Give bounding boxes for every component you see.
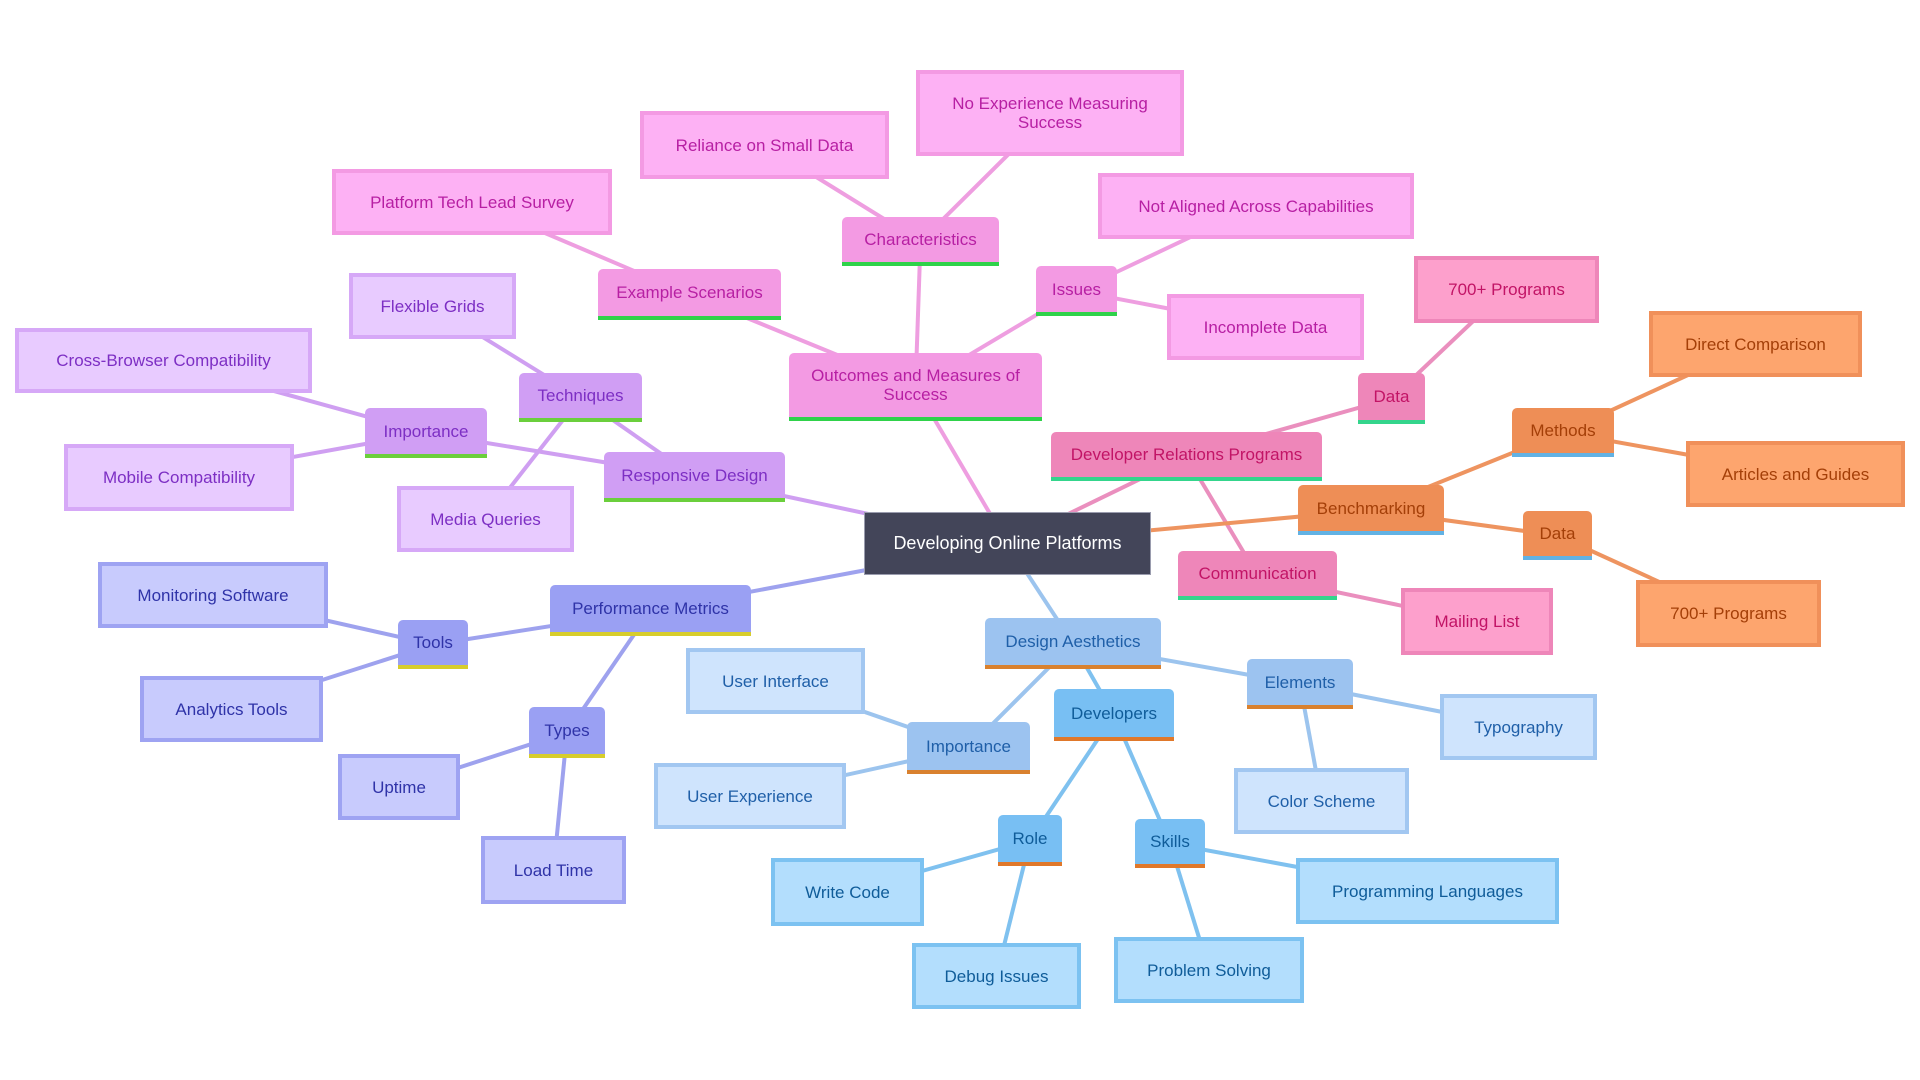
node-label: Monitoring Software	[137, 585, 289, 605]
node-label: Not Aligned Across Capabilities	[1138, 196, 1374, 216]
node-label: Media Queries	[430, 509, 541, 529]
node-label: Programming Languages	[1332, 881, 1523, 901]
node-label: Direct Comparison	[1685, 334, 1826, 354]
node-label: Outcomes and Measures of Success	[811, 366, 1020, 404]
node-label: Debug Issues	[944, 966, 1049, 986]
node-programs-700-devrel[interactable]: 700+ Programs	[1414, 256, 1599, 323]
node-not-aligned[interactable]: Not Aligned Across Capabilities	[1098, 173, 1414, 239]
node-outcomes[interactable]: Outcomes and Measures of Success	[789, 353, 1042, 421]
node-label: User Experience	[687, 786, 813, 806]
node-problem-solving[interactable]: Problem Solving	[1114, 937, 1304, 1003]
node-write-code[interactable]: Write Code	[771, 858, 924, 926]
node-debug-issues[interactable]: Debug Issues	[912, 943, 1081, 1009]
node-label: Importance	[383, 421, 469, 441]
node-user-interface[interactable]: User Interface	[686, 648, 865, 714]
node-characteristics[interactable]: Characteristics	[842, 217, 999, 266]
node-label: Developers	[1071, 703, 1157, 723]
node-importance-da[interactable]: Importance	[907, 722, 1030, 774]
node-example-scenarios[interactable]: Example Scenarios	[598, 269, 781, 320]
node-label: Incomplete Data	[1203, 317, 1328, 337]
node-monitoring-software[interactable]: Monitoring Software	[98, 562, 328, 628]
node-label: 700+ Programs	[1670, 604, 1787, 623]
node-label: Reliance on Small Data	[675, 135, 854, 155]
node-types[interactable]: Types	[529, 707, 605, 758]
node-no-experience[interactable]: No Experience Measuring Success	[916, 70, 1184, 156]
node-analytics-tools[interactable]: Analytics Tools	[140, 676, 323, 742]
node-tools[interactable]: Tools	[398, 620, 468, 669]
node-label: Methods	[1530, 421, 1596, 440]
node-design-aesthetics[interactable]: Design Aesthetics	[985, 618, 1161, 669]
node-color-scheme[interactable]: Color Scheme	[1234, 768, 1409, 834]
node-articles-guides[interactable]: Articles and Guides	[1686, 441, 1905, 507]
node-benchmarking[interactable]: Benchmarking	[1298, 485, 1444, 535]
node-label: Cross-Browser Compatibility	[56, 351, 271, 370]
node-tech-lead-survey[interactable]: Platform Tech Lead Survey	[332, 169, 612, 235]
node-importance-rd[interactable]: Importance	[365, 408, 487, 458]
node-label: Example Scenarios	[616, 283, 763, 302]
node-elements[interactable]: Elements	[1247, 659, 1353, 709]
node-developers[interactable]: Developers	[1054, 689, 1174, 741]
node-devrel-programs[interactable]: Developer Relations Programs	[1051, 432, 1322, 481]
node-data-devrel[interactable]: Data	[1358, 373, 1425, 424]
node-techniques[interactable]: Techniques	[519, 373, 642, 422]
node-incomplete-data[interactable]: Incomplete Data	[1167, 294, 1364, 360]
node-mailing-list[interactable]: Mailing List	[1401, 588, 1553, 655]
node-label: Data	[1373, 387, 1410, 406]
node-label: Problem Solving	[1147, 960, 1271, 980]
node-label: Design Aesthetics	[1005, 632, 1141, 651]
node-mobile-compat[interactable]: Mobile Compatibility	[64, 444, 294, 511]
node-programs-700-bench[interactable]: 700+ Programs	[1636, 580, 1821, 647]
node-label: Techniques	[537, 386, 624, 405]
node-label: Responsive Design	[621, 465, 768, 485]
node-label: Importance	[925, 736, 1012, 756]
node-label: Data	[1539, 524, 1576, 543]
node-label: Elements	[1264, 672, 1336, 692]
node-label: Analytics Tools	[175, 699, 288, 719]
node-media-queries[interactable]: Media Queries	[397, 486, 574, 552]
node-label: Tools	[413, 633, 453, 652]
node-label: Mailing List	[1434, 612, 1520, 631]
node-programming-languages[interactable]: Programming Languages	[1296, 858, 1559, 924]
node-label: Flexible Grids	[380, 296, 485, 316]
node-label: Developer Relations Programs	[1070, 445, 1303, 464]
node-load-time[interactable]: Load Time	[481, 836, 626, 904]
node-label: Articles and Guides	[1721, 464, 1870, 484]
node-label: Color Scheme	[1267, 791, 1376, 811]
node-methods[interactable]: Methods	[1512, 408, 1614, 457]
node-label: Uptime	[372, 777, 426, 797]
node-role[interactable]: Role	[998, 815, 1062, 866]
node-label: 700+ Programs	[1448, 280, 1565, 299]
node-typography[interactable]: Typography	[1440, 694, 1597, 760]
node-label: Mobile Compatibility	[102, 468, 256, 487]
node-issues[interactable]: Issues	[1036, 266, 1117, 316]
node-performance-metrics[interactable]: Performance Metrics	[550, 585, 751, 636]
node-communication[interactable]: Communication	[1178, 551, 1337, 600]
node-flexible-grids[interactable]: Flexible Grids	[349, 273, 516, 339]
node-user-experience[interactable]: User Experience	[654, 763, 846, 829]
node-cross-browser[interactable]: Cross-Browser Compatibility	[15, 328, 312, 393]
node-label: Load Time	[513, 860, 594, 880]
node-label: Characteristics	[864, 230, 977, 249]
node-reliance[interactable]: Reliance on Small Data	[640, 111, 889, 179]
node-label: Performance Metrics	[572, 599, 729, 618]
node-label: Role	[1012, 829, 1048, 848]
node-responsive-design[interactable]: Responsive Design	[604, 452, 785, 502]
node-label: Types	[544, 721, 590, 740]
root-node[interactable]: Developing Online Platforms	[864, 512, 1151, 575]
node-data-bench[interactable]: Data	[1523, 511, 1592, 560]
node-label: Issues	[1051, 279, 1102, 299]
node-skills[interactable]: Skills	[1135, 819, 1205, 868]
node-label: User Interface	[722, 671, 829, 691]
node-uptime[interactable]: Uptime	[338, 754, 460, 820]
node-label: Communication	[1198, 564, 1317, 583]
node-label: Typography	[1474, 717, 1563, 737]
node-label: Write Code	[805, 882, 890, 902]
node-label: No Experience Measuring Success	[952, 94, 1148, 132]
node-direct-comparison[interactable]: Direct Comparison	[1649, 311, 1862, 377]
node-label: Developing Online Platforms	[893, 533, 1122, 553]
node-label: Benchmarking	[1316, 498, 1426, 518]
node-label: Platform Tech Lead Survey	[370, 192, 574, 212]
node-label: Skills	[1150, 832, 1190, 851]
